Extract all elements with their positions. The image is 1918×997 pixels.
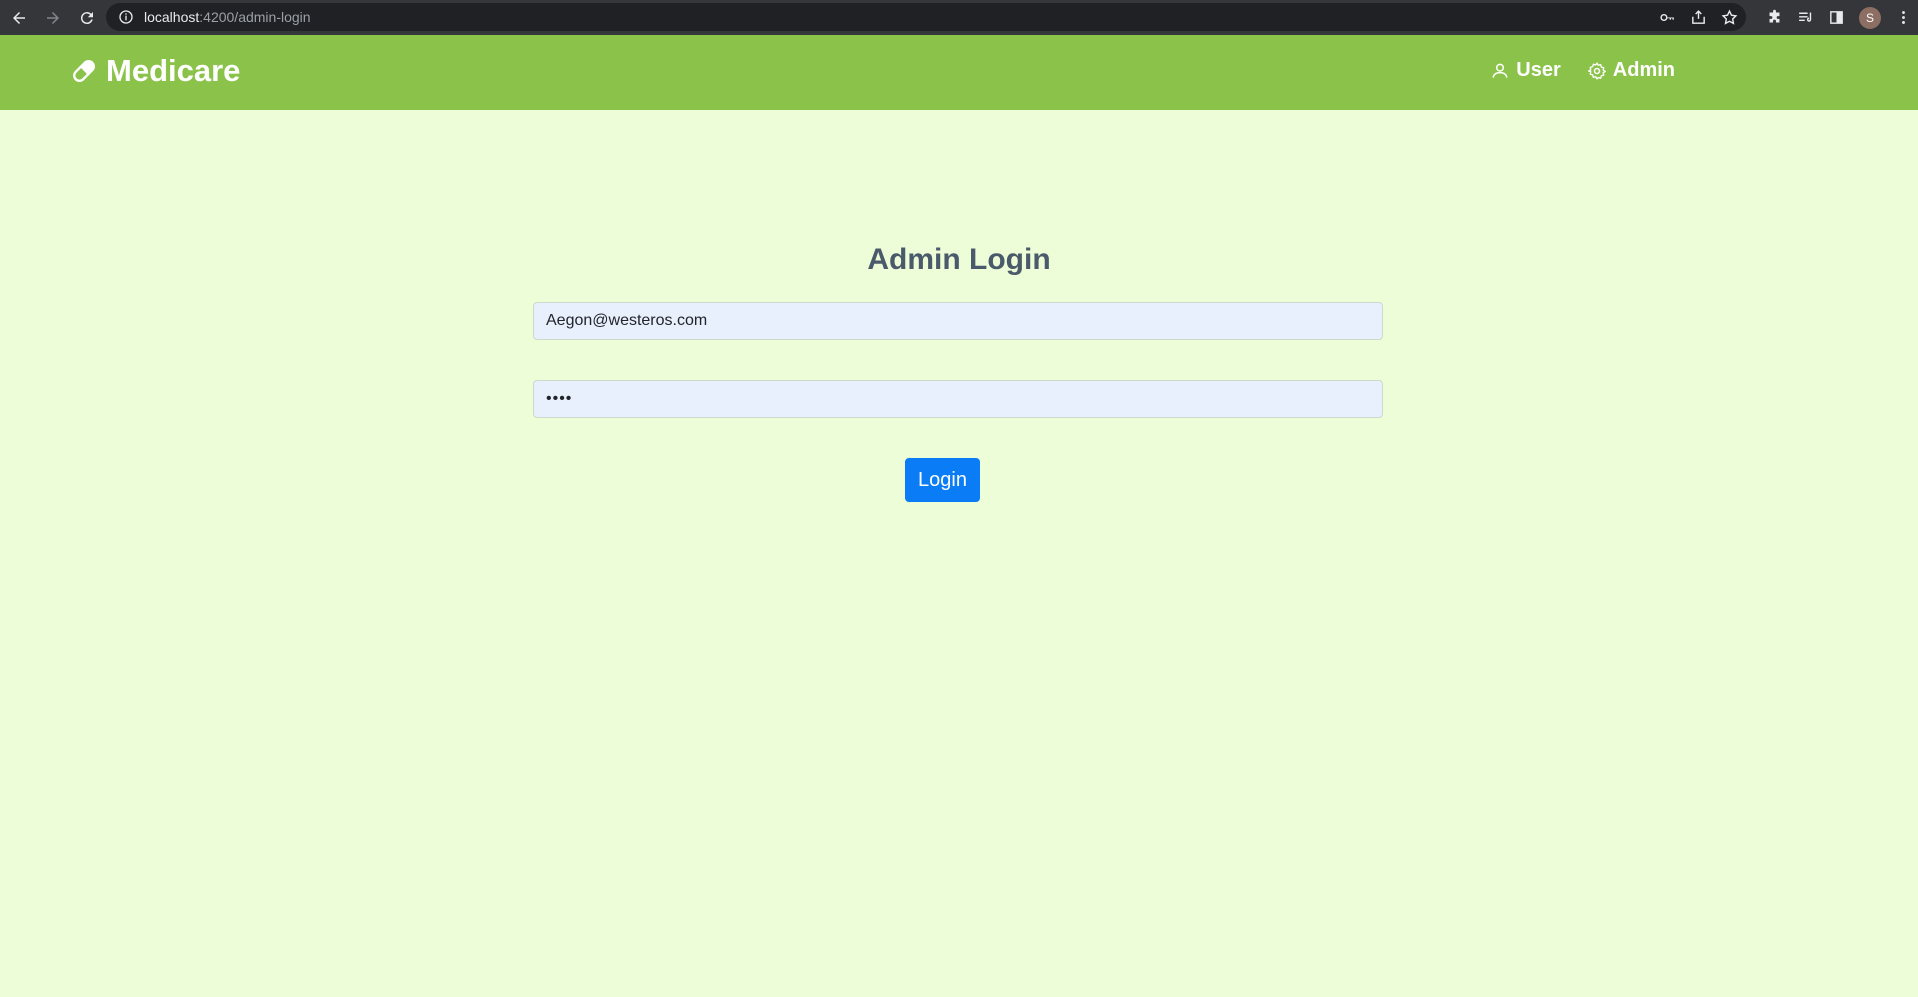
reload-button[interactable] [72,3,102,33]
user-icon [1492,63,1508,78]
back-button[interactable] [4,3,34,33]
back-arrow-icon [13,11,25,24]
reading-list-icon[interactable] [1797,9,1814,26]
app-header: Medicare User Admin [0,35,1918,110]
forward-button[interactable] [38,3,68,33]
omnibox-actions [1659,3,1738,31]
url-host: localhost [144,9,200,25]
address-bar[interactable]: localhost:4200/admin-login [106,3,1746,31]
nav-admin[interactable]: Admin [1587,59,1675,82]
browser-toolbar: localhost:4200/admin-login S [0,0,1918,35]
brand[interactable]: Medicare [70,53,240,89]
url-path: :4200/admin-login [199,9,311,25]
nav-user[interactable]: User [1490,59,1561,82]
key-icon[interactable] [1659,9,1676,26]
brand-name: Medicare [106,53,241,88]
reload-icon [80,11,93,24]
forward-arrow-icon [47,11,59,24]
browser-actions: S [1766,0,1912,35]
nav-admin-label: Admin [1612,59,1675,81]
page-title: Admin Login [867,243,1051,276]
profile-avatar[interactable]: S [1859,6,1881,29]
pill-icon [73,60,95,82]
login-button[interactable]: Login [905,458,980,502]
kebab-menu-icon[interactable] [1895,9,1912,26]
url-text: localhost:4200/admin-login [144,9,311,25]
extensions-icon[interactable] [1766,9,1783,26]
site-info-icon[interactable] [118,9,134,25]
main-nav: User Admin [1490,59,1675,82]
share-icon[interactable] [1690,9,1707,26]
gear-icon [1587,61,1606,80]
star-icon[interactable] [1721,8,1738,26]
nav-user-label: User [1516,59,1561,81]
email-field[interactable] [533,302,1383,340]
password-field[interactable] [533,380,1383,418]
side-panel-icon[interactable] [1828,9,1845,26]
